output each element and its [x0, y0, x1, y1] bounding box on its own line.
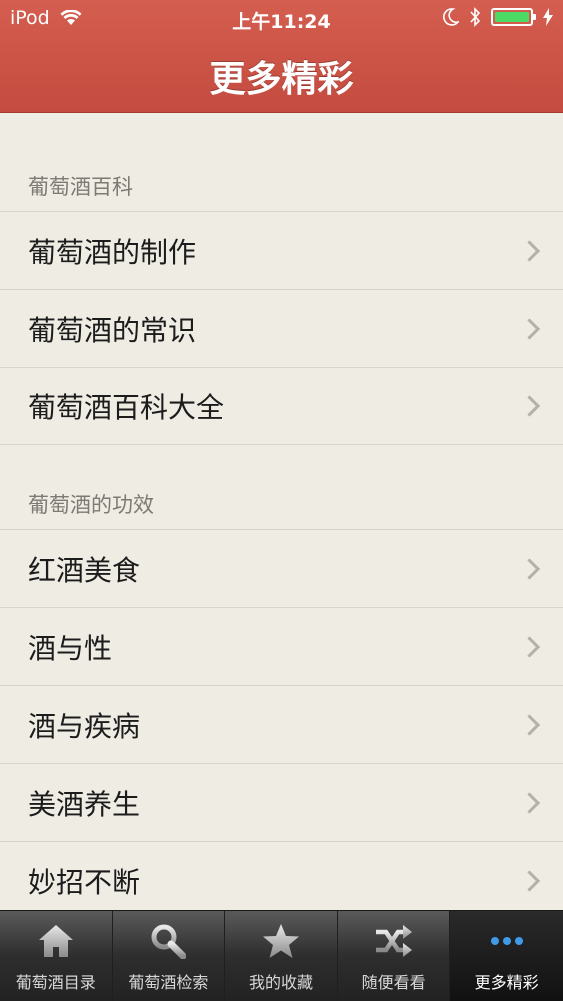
star-icon: [262, 924, 299, 958]
list-item[interactable]: 妙招不断: [0, 841, 563, 919]
list-item[interactable]: 葡萄酒的制作: [0, 211, 563, 289]
chevron-right-icon: [518, 317, 541, 340]
tab-wine-catalog[interactable]: 葡萄酒目录: [0, 911, 113, 1001]
moon-icon: [443, 8, 459, 26]
home-icon: [38, 925, 73, 957]
chevron-right-icon: [518, 557, 541, 580]
chevron-right-icon: [518, 395, 541, 417]
tab-bar: 葡萄酒目录 葡萄酒检索 我的收藏 随便看看 更多精彩: [0, 910, 563, 1001]
shuffle-icon: [375, 925, 412, 957]
list-item-label: 酒与性: [28, 631, 113, 665]
top-bar: iPod 上午11:24 更多精彩: [0, 0, 563, 113]
page-title: 更多精彩: [209, 59, 354, 100]
list-item-label: 妙招不断: [28, 865, 141, 899]
list-item[interactable]: 酒与疾病: [0, 685, 563, 763]
chevron-right-icon: [518, 713, 541, 736]
list-item-label: 葡萄酒百科大全: [28, 391, 225, 424]
list-item[interactable]: 葡萄酒百科大全: [0, 367, 563, 445]
tab-random-browse[interactable]: 随便看看: [338, 911, 451, 1001]
list-item-label: 葡萄酒的制作: [28, 235, 197, 269]
list-item[interactable]: 红酒美食: [0, 529, 563, 607]
battery-icon: [491, 8, 536, 26]
tab-label: 葡萄酒检索: [128, 973, 209, 992]
tab-label: 更多精彩: [474, 973, 539, 992]
charging-icon: [543, 8, 553, 26]
list-item-label: 美酒养生: [28, 787, 141, 821]
chevron-right-icon: [518, 791, 541, 814]
settings-list: 葡萄酒百科 葡萄酒的制作 葡萄酒的常识 葡萄酒百科大全 葡萄酒的功效 红酒美食 …: [0, 113, 563, 910]
chevron-right-icon: [518, 239, 541, 262]
more-icon: [490, 937, 523, 945]
tab-wine-search[interactable]: 葡萄酒检索: [113, 911, 226, 1001]
list-item-label: 红酒美食: [28, 553, 141, 587]
list-item-label: 酒与疾病: [28, 709, 141, 743]
search-icon: [151, 924, 187, 959]
tab-more[interactable]: 更多精彩: [450, 911, 563, 1001]
status-bar: iPod 上午11:24: [0, 0, 563, 38]
tab-my-favorites[interactable]: 我的收藏: [225, 911, 338, 1001]
tab-label: 随便看看: [361, 973, 426, 992]
list-item[interactable]: 葡萄酒的常识: [0, 289, 563, 367]
section-header-wine-benefits: 葡萄酒的功效: [28, 493, 154, 517]
section-header-wine-encyclopedia: 葡萄酒百科: [28, 175, 133, 199]
list-item-label: 葡萄酒的常识: [28, 313, 197, 347]
bluetooth-icon: [470, 7, 481, 27]
chevron-right-icon: [518, 869, 541, 892]
chevron-right-icon: [518, 635, 541, 658]
list-item[interactable]: 酒与性: [0, 607, 563, 685]
tab-label: 我的收藏: [248, 973, 313, 992]
tab-label: 葡萄酒目录: [15, 973, 96, 992]
list-item[interactable]: 美酒养生: [0, 763, 563, 841]
